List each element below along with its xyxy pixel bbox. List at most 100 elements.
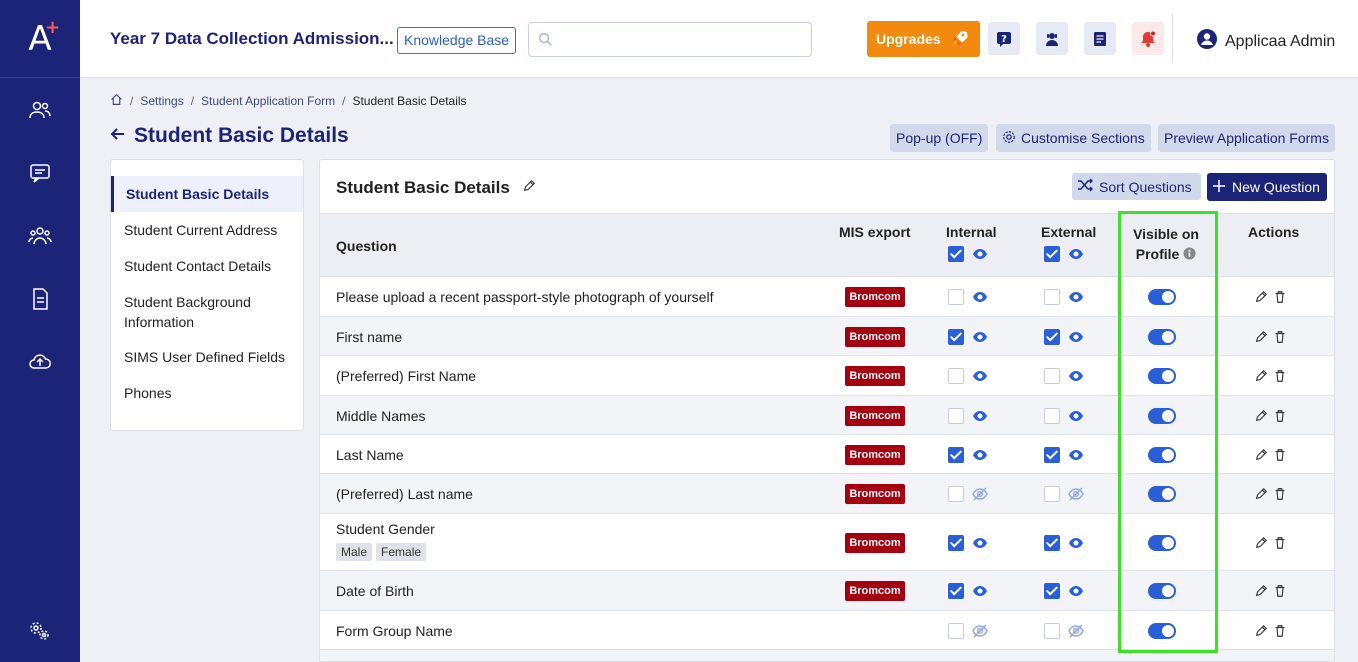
internal-checkbox[interactable] xyxy=(948,486,964,502)
document-icon[interactable] xyxy=(28,287,52,311)
eye-icon[interactable] xyxy=(972,289,988,305)
knowledge-base-button[interactable]: Knowledge Base xyxy=(397,27,517,54)
visible-on-profile-toggle[interactable] xyxy=(1148,368,1176,384)
edit-pencil-icon[interactable] xyxy=(1254,487,1268,501)
eye-icon[interactable] xyxy=(1068,447,1084,463)
breadcrumb-settings[interactable]: Settings xyxy=(140,94,183,108)
external-checkbox[interactable] xyxy=(1044,446,1060,463)
visible-on-profile-toggle[interactable] xyxy=(1148,446,1176,463)
internal-checkbox[interactable] xyxy=(948,534,964,551)
visible-on-profile-toggle[interactable] xyxy=(1148,486,1176,502)
eye-icon[interactable] xyxy=(972,368,988,384)
eye-icon[interactable] xyxy=(972,535,988,551)
delete-trash-icon[interactable] xyxy=(1273,448,1287,462)
edit-pencil-icon[interactable] xyxy=(1254,624,1268,638)
section-item-sims-fields[interactable]: SIMS User Defined Fields xyxy=(111,347,303,367)
app-title[interactable]: Year 7 Data Collection Admission... xyxy=(110,29,394,49)
sort-questions-button[interactable]: Sort Questions xyxy=(1072,173,1201,200)
internal-checkbox[interactable] xyxy=(948,328,964,345)
popup-toggle-button[interactable]: Pop-up (OFF) xyxy=(890,124,989,152)
visible-on-profile-toggle[interactable] xyxy=(1148,534,1176,551)
info-icon[interactable] xyxy=(1183,247,1196,260)
external-checkbox[interactable] xyxy=(1044,368,1060,384)
visible-on-profile-toggle[interactable] xyxy=(1148,289,1176,305)
internal-checkbox[interactable] xyxy=(948,289,964,305)
eye-icon[interactable] xyxy=(1068,408,1084,424)
external-checkbox[interactable] xyxy=(1044,583,1060,599)
support-agent-icon[interactable] xyxy=(1036,22,1068,55)
eye-icon[interactable] xyxy=(1068,535,1084,551)
edit-pencil-icon[interactable] xyxy=(1254,290,1268,304)
internal-checkbox[interactable] xyxy=(948,407,964,424)
eye-off-icon[interactable] xyxy=(1068,486,1084,502)
delete-trash-icon[interactable] xyxy=(1273,584,1287,598)
section-item-phones[interactable]: Phones xyxy=(111,383,303,403)
visible-on-profile-toggle[interactable] xyxy=(1148,583,1176,599)
delete-trash-icon[interactable] xyxy=(1273,487,1287,501)
eye-icon[interactable] xyxy=(972,583,988,599)
cloud-upload-icon[interactable] xyxy=(28,350,52,374)
internal-checkbox[interactable] xyxy=(948,368,964,384)
news-icon[interactable] xyxy=(1084,22,1116,55)
eye-icon[interactable] xyxy=(1068,289,1084,305)
delete-trash-icon[interactable] xyxy=(1273,330,1287,344)
section-item-contact-details[interactable]: Student Contact Details xyxy=(111,256,303,276)
delete-trash-icon[interactable] xyxy=(1273,409,1287,423)
external-eye-icon[interactable] xyxy=(1068,246,1084,262)
section-item-current-address[interactable]: Student Current Address xyxy=(111,220,303,240)
internal-select-all-checkbox[interactable] xyxy=(948,246,964,262)
home-icon[interactable] xyxy=(110,93,123,109)
eye-icon[interactable] xyxy=(972,408,988,424)
section-item-basic-details[interactable]: Student Basic Details xyxy=(111,176,303,212)
edit-pencil-icon[interactable] xyxy=(1254,409,1268,423)
section-item-background-info[interactable]: Student Background Information xyxy=(111,292,261,332)
delete-trash-icon[interactable] xyxy=(1273,536,1287,550)
back-arrow-icon[interactable] xyxy=(110,126,126,147)
external-checkbox[interactable] xyxy=(1044,622,1060,639)
eye-icon[interactable] xyxy=(972,447,988,463)
external-checkbox[interactable] xyxy=(1044,289,1060,305)
new-question-button[interactable]: New Question xyxy=(1207,173,1327,201)
external-checkbox[interactable] xyxy=(1044,534,1060,551)
visible-on-profile-toggle[interactable] xyxy=(1148,328,1176,345)
app-logo[interactable]: A + xyxy=(0,0,80,78)
visible-on-profile-toggle[interactable] xyxy=(1148,407,1176,424)
eye-off-icon[interactable] xyxy=(1068,623,1084,639)
eye-icon[interactable] xyxy=(1068,329,1084,345)
settings-icon[interactable] xyxy=(28,619,52,643)
eye-off-icon[interactable] xyxy=(972,623,988,639)
breadcrumb-application-form[interactable]: Student Application Form xyxy=(201,94,335,108)
internal-checkbox[interactable] xyxy=(948,622,964,639)
eye-off-icon[interactable] xyxy=(972,486,988,502)
delete-trash-icon[interactable] xyxy=(1273,624,1287,638)
help-icon[interactable]: ? xyxy=(988,22,1020,55)
external-checkbox[interactable] xyxy=(1044,407,1060,424)
user-menu[interactable]: Applicaa Admin xyxy=(1197,29,1335,54)
customise-sections-button[interactable]: Customise Sections xyxy=(996,124,1151,152)
messages-icon[interactable] xyxy=(28,161,52,185)
group-icon[interactable] xyxy=(28,224,52,248)
users-icon[interactable] xyxy=(28,98,52,122)
external-checkbox[interactable] xyxy=(1044,486,1060,502)
delete-trash-icon[interactable] xyxy=(1273,369,1287,383)
delete-trash-icon[interactable] xyxy=(1273,290,1287,304)
external-select-all-checkbox[interactable] xyxy=(1044,246,1060,262)
internal-checkbox[interactable] xyxy=(948,446,964,463)
upgrades-button[interactable]: Upgrades xyxy=(867,21,980,57)
edit-pencil-icon[interactable] xyxy=(1254,536,1268,550)
edit-pencil-icon[interactable] xyxy=(1254,330,1268,344)
edit-pencil-icon[interactable] xyxy=(1254,369,1268,383)
edit-pencil-icon[interactable] xyxy=(1254,584,1268,598)
edit-title-icon[interactable] xyxy=(522,178,536,198)
internal-eye-icon[interactable] xyxy=(972,246,988,262)
preview-forms-button[interactable]: Preview Application Forms xyxy=(1158,124,1335,152)
notification-bell-icon[interactable] xyxy=(1132,22,1164,55)
eye-icon[interactable] xyxy=(1068,368,1084,384)
edit-pencil-icon[interactable] xyxy=(1254,448,1268,462)
eye-icon[interactable] xyxy=(1068,583,1084,599)
internal-checkbox[interactable] xyxy=(948,583,964,599)
external-checkbox[interactable] xyxy=(1044,328,1060,345)
search-input[interactable] xyxy=(528,22,812,57)
eye-icon[interactable] xyxy=(972,329,988,345)
visible-on-profile-toggle[interactable] xyxy=(1148,622,1176,639)
